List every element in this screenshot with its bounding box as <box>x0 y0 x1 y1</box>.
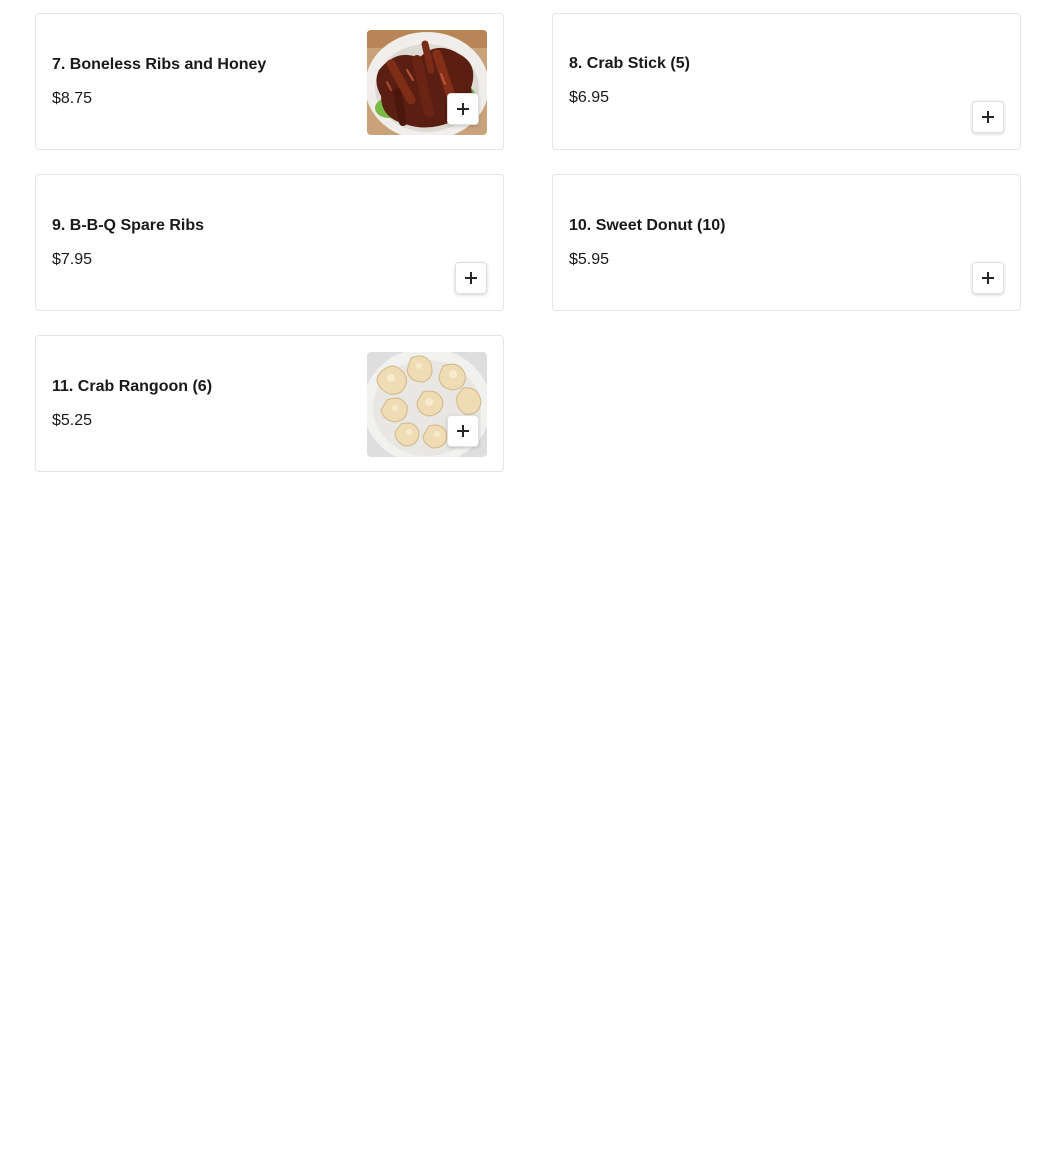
menu-item-name: 10. Sweet Donut (10) <box>569 216 726 234</box>
add-to-cart-button[interactable] <box>455 262 487 294</box>
menu-item-price: $6.95 <box>569 88 610 106</box>
menu-item-price: $5.25 <box>52 411 93 429</box>
add-to-cart-button[interactable] <box>972 101 1004 133</box>
menu-item-card[interactable]: 10. Sweet Donut (10) $5.95 <box>552 174 1021 311</box>
menu-item-details: 7. Boneless Ribs and Honey $8.75 <box>52 14 353 149</box>
plus-icon <box>457 425 469 437</box>
menu-item-details: 9. B-B-Q Spare Ribs $7.95 <box>52 175 353 310</box>
menu-item-name: 11. Crab Rangoon (6) <box>52 377 213 395</box>
menu-item-name: 8. Crab Stick (5) <box>569 54 690 72</box>
menu-item-price: $7.95 <box>52 250 93 268</box>
plus-icon <box>982 111 994 123</box>
menu-item-details: 8. Crab Stick (5) $6.95 <box>569 14 870 147</box>
menu-item-price: $8.75 <box>52 89 93 107</box>
menu-item-price: $5.95 <box>569 250 610 268</box>
menu-item-name: 7. Boneless Ribs and Honey <box>52 55 267 73</box>
menu-item-name: 9. B-B-Q Spare Ribs <box>52 216 205 234</box>
menu-item-card[interactable]: 7. Boneless Ribs and Honey $8.75 <box>35 13 504 150</box>
add-to-cart-button[interactable] <box>447 415 479 447</box>
menu-item-card[interactable]: 9. B-B-Q Spare Ribs $7.95 <box>35 174 504 311</box>
plus-icon <box>465 272 477 284</box>
menu-item-details: 11. Crab Rangoon (6) $5.25 <box>52 336 353 471</box>
plus-icon <box>982 272 994 284</box>
plus-icon <box>457 103 469 115</box>
add-to-cart-button[interactable] <box>447 93 479 125</box>
menu-item-card[interactable]: 11. Crab Rangoon (6) $5.25 <box>35 335 504 472</box>
menu-item-card[interactable]: 8. Crab Stick (5) $6.95 <box>552 13 1021 150</box>
add-to-cart-button[interactable] <box>972 262 1004 294</box>
menu-item-details: 10. Sweet Donut (10) $5.95 <box>569 175 870 310</box>
menu-item-grid: 7. Boneless Ribs and Honey $8.75 8. Crab… <box>35 13 1021 472</box>
